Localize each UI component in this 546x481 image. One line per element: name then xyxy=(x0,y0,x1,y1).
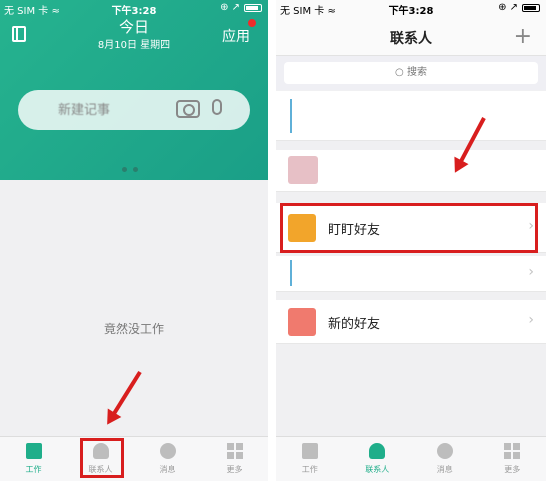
tab-label: 联系人 xyxy=(365,465,390,474)
list-item[interactable] xyxy=(276,91,546,141)
chevron-right-icon: › xyxy=(528,264,534,280)
pointer-arrow xyxy=(111,370,142,416)
contacts-tab-highlight xyxy=(80,438,124,478)
message-icon xyxy=(436,443,453,459)
divider xyxy=(268,0,276,481)
tab-label: 消息 xyxy=(436,465,453,474)
tab-bar: 工作 联系人 消息 更多 xyxy=(0,436,268,481)
search-wrapper: ○ 搜索 xyxy=(276,56,546,90)
add-friend-icon xyxy=(288,308,316,336)
tab-messages[interactable]: 消息 xyxy=(134,437,201,481)
tab-label: 更多 xyxy=(226,465,243,474)
today-header: 无 SIM 卡 ≈ 下午3:28 ⊕ ↗ 今日 8月10日 星期四 应用 新建记… xyxy=(0,0,268,180)
page-dot xyxy=(133,167,138,172)
group-marker xyxy=(290,260,292,286)
grid-icon xyxy=(226,443,243,459)
dingding-friends-highlight xyxy=(280,203,538,253)
status-bar: 无 SIM 卡 ≈ 下午3:28 ⊕ ↗ xyxy=(0,0,268,17)
new-note-bar[interactable]: 新建记事 xyxy=(18,90,250,130)
page-indicator xyxy=(122,167,138,172)
today-screen: 无 SIM 卡 ≈ 下午3:28 ⊕ ↗ 今日 8月10日 星期四 应用 新建记… xyxy=(0,0,268,481)
page-dot xyxy=(122,167,127,172)
mic-icon[interactable] xyxy=(212,99,222,115)
chevron-right-icon: › xyxy=(528,312,534,328)
nav-bar: 无 SIM 卡 ≈ 下午3:28 ⊕ ↗ 联系人 + xyxy=(276,0,546,56)
search-input[interactable]: ○ 搜索 xyxy=(284,62,538,84)
tab-label: 工作 xyxy=(25,465,42,474)
tab-messages[interactable]: 消息 xyxy=(411,437,479,481)
list-item-new-friends[interactable]: 新的好友 › xyxy=(276,300,546,344)
tab-work[interactable]: 工作 xyxy=(276,437,344,481)
group-marker xyxy=(290,99,292,133)
message-icon xyxy=(159,443,176,459)
empty-state-text: 竟然没工作 xyxy=(103,322,164,336)
tab-contacts[interactable]: 联系人 xyxy=(344,437,412,481)
plus-icon[interactable]: + xyxy=(514,26,532,48)
tab-more[interactable]: 更多 xyxy=(201,437,268,481)
notification-badge xyxy=(248,19,256,27)
page-title: 联系人 xyxy=(390,31,432,47)
tab-work[interactable]: 工作 xyxy=(0,437,67,481)
location-icon: ⊕ ↗ xyxy=(498,2,518,13)
list-item[interactable] xyxy=(276,150,546,192)
tab-label: 工作 xyxy=(301,465,318,474)
apps-button[interactable]: 应用 xyxy=(222,26,250,46)
location-icon: ⊕ ↗ xyxy=(220,2,240,13)
work-icon xyxy=(25,443,42,459)
camera-icon[interactable] xyxy=(176,100,200,118)
new-note-placeholder: 新建记事 xyxy=(58,103,111,118)
org-avatar xyxy=(288,156,318,184)
work-icon xyxy=(301,443,318,459)
tab-more[interactable]: 更多 xyxy=(479,437,546,481)
grid-icon xyxy=(504,443,521,459)
battery-icon xyxy=(244,3,262,12)
battery-icon xyxy=(522,3,540,12)
tab-bar: 工作 联系人 消息 更多 xyxy=(276,436,546,481)
contacts-screen: 无 SIM 卡 ≈ 下午3:28 ⊕ ↗ 联系人 + ○ 搜索 盯盯好友 › ›… xyxy=(276,0,546,481)
tab-label: 消息 xyxy=(159,465,176,474)
status-bar: 无 SIM 卡 ≈ 下午3:28 ⊕ ↗ xyxy=(276,0,546,17)
contact-name: 新的好友 xyxy=(328,317,381,332)
list-item[interactable]: › xyxy=(276,256,546,292)
person-icon xyxy=(369,443,386,459)
tab-label: 更多 xyxy=(504,465,521,474)
